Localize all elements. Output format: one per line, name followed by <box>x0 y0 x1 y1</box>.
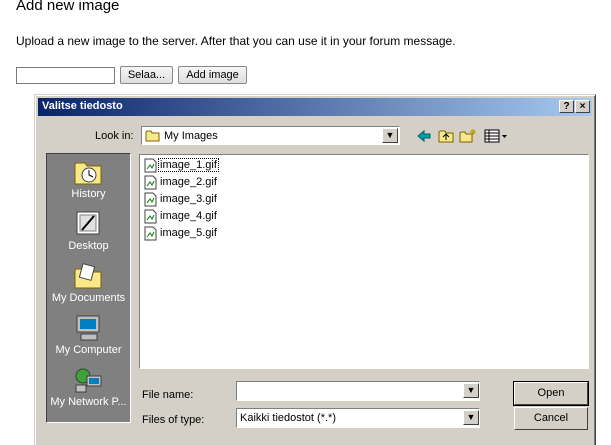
place-label: My Computer <box>55 344 122 356</box>
file-item[interactable]: image_4.gif <box>143 209 233 225</box>
file-type-dropdown[interactable]: Kaikki tiedostot (*.*) ▼ <box>236 408 480 428</box>
place-label: My Network P... <box>50 396 127 408</box>
gif-file-icon <box>144 226 157 241</box>
place-my-computer[interactable]: My Computer <box>47 312 130 362</box>
place-label: My Documents <box>51 292 126 304</box>
my-network-icon <box>72 366 104 394</box>
file-item[interactable]: image_2.gif <box>143 175 233 191</box>
place-desktop[interactable]: Desktop <box>47 208 130 258</box>
folder-icon <box>145 130 160 142</box>
file-name: image_3.gif <box>160 193 217 205</box>
file-name-label: File name: <box>142 389 194 401</box>
file-type-value: Kaikki tiedostot (*.*) <box>240 412 336 424</box>
look-in-label: Look in: <box>95 130 134 142</box>
open-button[interactable]: Open <box>513 381 589 406</box>
place-label: Desktop <box>68 240 109 252</box>
up-folder-icon[interactable] <box>437 127 455 145</box>
history-icon <box>72 158 104 186</box>
file-name: image_2.gif <box>160 176 217 188</box>
file-item[interactable]: image_5.gif <box>143 226 233 242</box>
place-my-network[interactable]: My Network P... <box>47 364 130 414</box>
my-documents-icon <box>72 262 104 290</box>
dialog-titlebar[interactable]: Valitse tiedosto ? × <box>38 98 592 116</box>
back-arrow-icon[interactable] <box>415 127 433 145</box>
file-list[interactable]: image_1.gif image_2.gif image_3.gif image_4… <box>139 154 589 369</box>
file-item[interactable]: image_3.gif <box>143 192 233 208</box>
cancel-button[interactable]: Cancel <box>514 407 588 430</box>
new-folder-icon[interactable] <box>459 127 477 145</box>
view-menu-icon[interactable] <box>483 127 509 145</box>
my-computer-icon <box>72 314 104 342</box>
file-item[interactable]: image_1.gif <box>143 158 233 174</box>
chevron-down-icon[interactable]: ▼ <box>463 410 479 425</box>
browse-button[interactable]: Selaa... <box>120 66 173 84</box>
gif-file-icon <box>144 158 157 173</box>
file-name: image_5.gif <box>160 227 217 239</box>
file-name-field[interactable]: ▼ <box>236 381 480 401</box>
file-name: image_4.gif <box>160 210 217 222</box>
look-in-dropdown[interactable]: My Images ▼ <box>141 126 400 145</box>
place-label: History <box>71 188 106 200</box>
page-description: Upload a new image to the server. After … <box>16 34 456 48</box>
file-path-input[interactable] <box>16 67 115 84</box>
chevron-down-icon[interactable]: ▼ <box>382 128 398 143</box>
page-title: Add new image <box>16 0 120 14</box>
gif-file-icon <box>144 192 157 207</box>
help-button[interactable]: ? <box>559 100 574 113</box>
file-name: image_1.gif <box>158 158 219 172</box>
gif-file-icon <box>144 175 157 190</box>
file-dialog: Valitse tiedosto ? × Look in: My Images … <box>34 94 596 445</box>
gif-file-icon <box>144 209 157 224</box>
chevron-down-icon[interactable]: ▼ <box>463 383 479 398</box>
add-image-button[interactable]: Add image <box>178 66 247 84</box>
dialog-title: Valitse tiedosto <box>42 100 123 112</box>
look-in-value: My Images <box>164 130 218 142</box>
close-button[interactable]: × <box>575 100 590 113</box>
place-my-documents[interactable]: My Documents <box>47 260 130 310</box>
file-type-label: Files of type: <box>142 414 205 426</box>
desktop-icon <box>72 210 104 238</box>
places-bar: History Desktop My Documents My Computer My … <box>46 153 131 423</box>
place-history[interactable]: History <box>47 156 130 206</box>
